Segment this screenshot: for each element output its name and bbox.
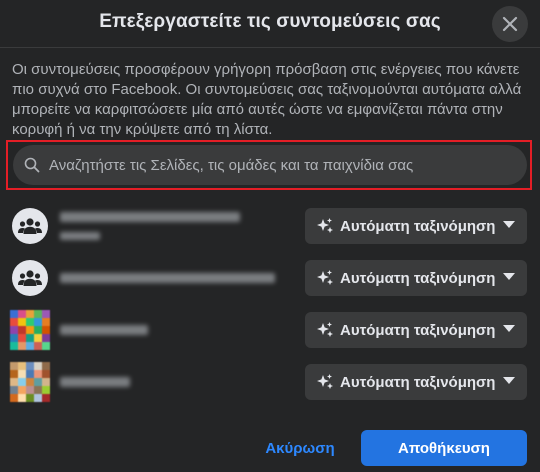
- sort-label: Αυτόματη ταξινόμηση: [340, 217, 496, 235]
- close-button[interactable]: [492, 6, 528, 42]
- group-icon: [12, 260, 48, 296]
- sparkle-icon: [316, 269, 334, 287]
- sort-label: Αυτόματη ταξινόμηση: [340, 373, 496, 391]
- shortcut-row: Αυτόματη ταξινόμηση: [0, 252, 540, 304]
- search-input[interactable]: [49, 156, 519, 174]
- blurred-shortcut-name: [60, 212, 240, 222]
- search-icon: [23, 156, 41, 174]
- auto-sort-dropdown[interactable]: Αυτόματη ταξινόμηση: [305, 208, 527, 244]
- auto-sort-dropdown[interactable]: Αυτόματη ταξινόμηση: [305, 364, 527, 400]
- sparkle-icon: [316, 321, 334, 339]
- chevron-down-icon: [503, 325, 515, 332]
- save-button[interactable]: Αποθήκευση: [361, 430, 527, 466]
- blurred-shortcut-name: [60, 377, 130, 387]
- game-thumbnail: [10, 310, 50, 350]
- sort-label: Αυτόματη ταξινόμηση: [340, 321, 496, 339]
- blurred-shortcut-subtext: [60, 232, 100, 240]
- edit-shortcuts-dialog: Επεξεργαστείτε τις συντομεύσεις σας Οι σ…: [0, 0, 540, 472]
- group-icon: [12, 208, 48, 244]
- auto-sort-dropdown[interactable]: Αυτόματη ταξινόμηση: [305, 312, 527, 348]
- auto-sort-dropdown[interactable]: Αυτόματη ταξινόμηση: [305, 260, 527, 296]
- blurred-shortcut-name: [60, 273, 275, 283]
- cancel-button[interactable]: Ακύρωση: [248, 430, 352, 466]
- sparkle-icon: [316, 217, 334, 235]
- chevron-down-icon: [503, 273, 515, 280]
- chevron-down-icon: [503, 377, 515, 384]
- shortcut-row: Αυτόματη ταξινόμηση: [0, 304, 540, 356]
- chevron-down-icon: [503, 221, 515, 228]
- search-field[interactable]: [13, 145, 527, 185]
- dialog-header: Επεξεργαστείτε τις συντομεύσεις σας: [0, 0, 540, 48]
- dialog-footer: Ακύρωση Αποθήκευση: [0, 410, 540, 472]
- sparkle-icon: [316, 373, 334, 391]
- shortcut-row: Αυτόματη ταξινόμηση: [0, 356, 540, 408]
- blurred-shortcut-name: [60, 325, 148, 335]
- dialog-description: Οι συντομεύσεις προσφέρουν γρήγορη πρόσβ…: [12, 61, 522, 138]
- shortcut-row: Αυτόματη ταξινόμηση: [0, 200, 540, 252]
- game-thumbnail: [10, 362, 50, 402]
- dialog-title: Επεξεργαστείτε τις συντομεύσεις σας: [99, 11, 441, 32]
- close-icon: [502, 16, 518, 32]
- sort-label: Αυτόματη ταξινόμηση: [340, 269, 496, 287]
